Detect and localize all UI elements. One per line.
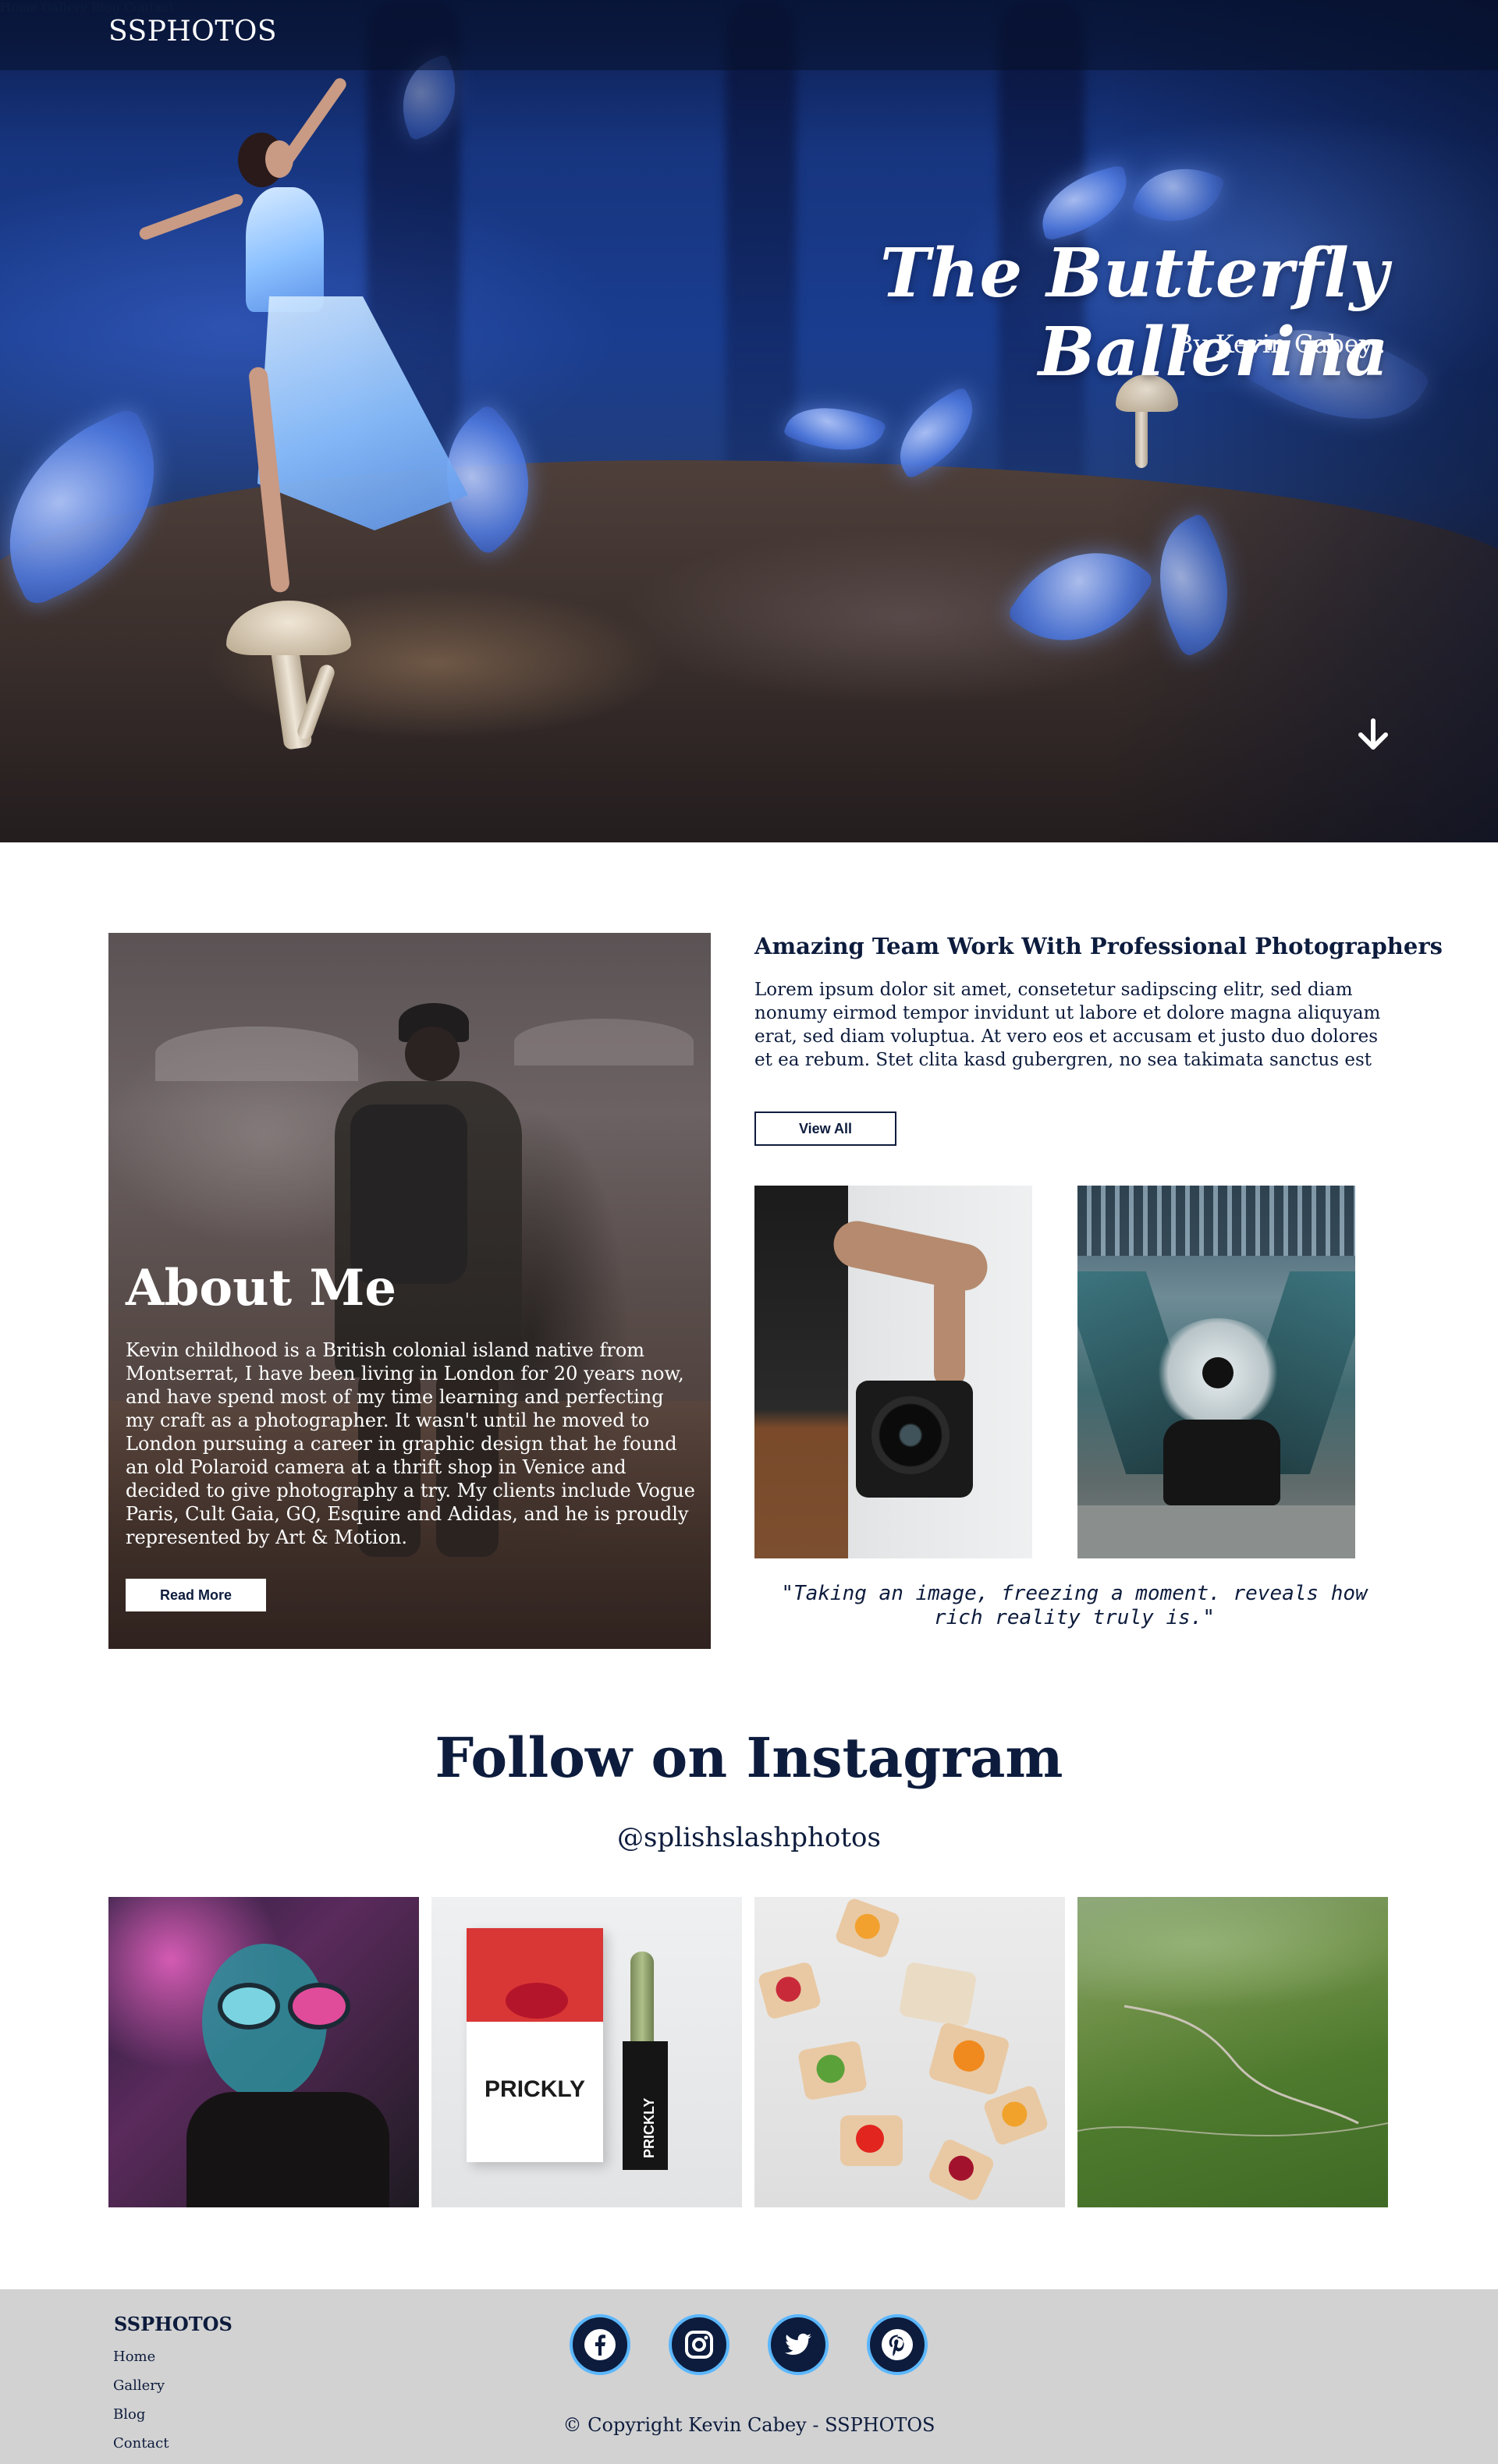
nav-item-contact[interactable]: Contact — [124, 0, 174, 15]
arrow-down-icon[interactable] — [1354, 716, 1392, 753]
hero-banner: SSPHOTOS Home Gallery Blog Contact The B… — [0, 0, 1498, 842]
team-description: Lorem ipsum dolor sit amet, consetetur s… — [754, 980, 1381, 1070]
pinterest-icon[interactable] — [867, 2314, 928, 2375]
instagram-icon[interactable] — [669, 2314, 729, 2375]
hero-subtitle: By Kevin Cabey.. — [1175, 329, 1386, 359]
nav-item-blog[interactable]: Blog — [91, 0, 120, 15]
twitter-icon[interactable] — [768, 2314, 829, 2375]
team-heading: Amazing Team Work With Professional Phot… — [754, 933, 1443, 959]
instagram-photo-neon-portrait[interactable] — [108, 1897, 419, 2207]
instagram-photo-toast-snacks[interactable] — [754, 1897, 1065, 2207]
footer-link-gallery[interactable]: Gallery — [113, 2377, 165, 2394]
nav-item-gallery[interactable]: Gallery — [41, 0, 87, 15]
about-me-card: About Me Kevin childhood is a British co… — [108, 933, 711, 1649]
escalator-photographer-photo — [1077, 1186, 1355, 1558]
facebook-icon[interactable] — [570, 2314, 630, 2375]
about-title: About Me — [126, 1259, 397, 1317]
product-tube-label: PRICKLY — [641, 2097, 657, 2158]
site-logo[interactable]: SSPHOTOS — [108, 16, 277, 48]
instagram-photo-green-valley[interactable] — [1077, 1897, 1388, 2207]
top-navigation-bar: SSPHOTOS Home Gallery Blog Contact — [0, 0, 1498, 70]
site-footer: SSPHOTOS Home Gallery Blog Contact © Cop… — [0, 2289, 1498, 2464]
butterfly — [783, 391, 887, 467]
view-all-button[interactable]: View All — [754, 1111, 896, 1146]
about-description: Kevin childhood is a British colonial is… — [126, 1339, 695, 1548]
nav-item-home[interactable]: Home — [0, 0, 37, 15]
hero-title: The Butterfly Ballerina — [879, 234, 1389, 392]
camera-hand-photo — [754, 1186, 1032, 1558]
instagram-heading: Follow on Instagram — [435, 1725, 1063, 1790]
quote-text: "Taking an image, freezing a moment. rev… — [781, 1582, 1368, 1629]
read-more-button[interactable]: Read More — [126, 1579, 266, 1611]
instagram-handle[interactable]: @splishslashphotos — [0, 1822, 1498, 1853]
footer-brand[interactable]: SSPHOTOS — [114, 2313, 233, 2335]
main-nav: Home Gallery Blog Contact — [0, 0, 1498, 15]
product-box-label: PRICKLY — [485, 2076, 585, 2102]
footer-link-home[interactable]: Home — [113, 2349, 155, 2365]
footer-link-contact[interactable]: Contact — [113, 2435, 169, 2452]
copyright-text: © Copyright Kevin Cabey - SSPHOTOS — [563, 2414, 935, 2436]
instagram-photo-prickly-product[interactable]: PRICKLY PRICKLY — [431, 1897, 742, 2207]
